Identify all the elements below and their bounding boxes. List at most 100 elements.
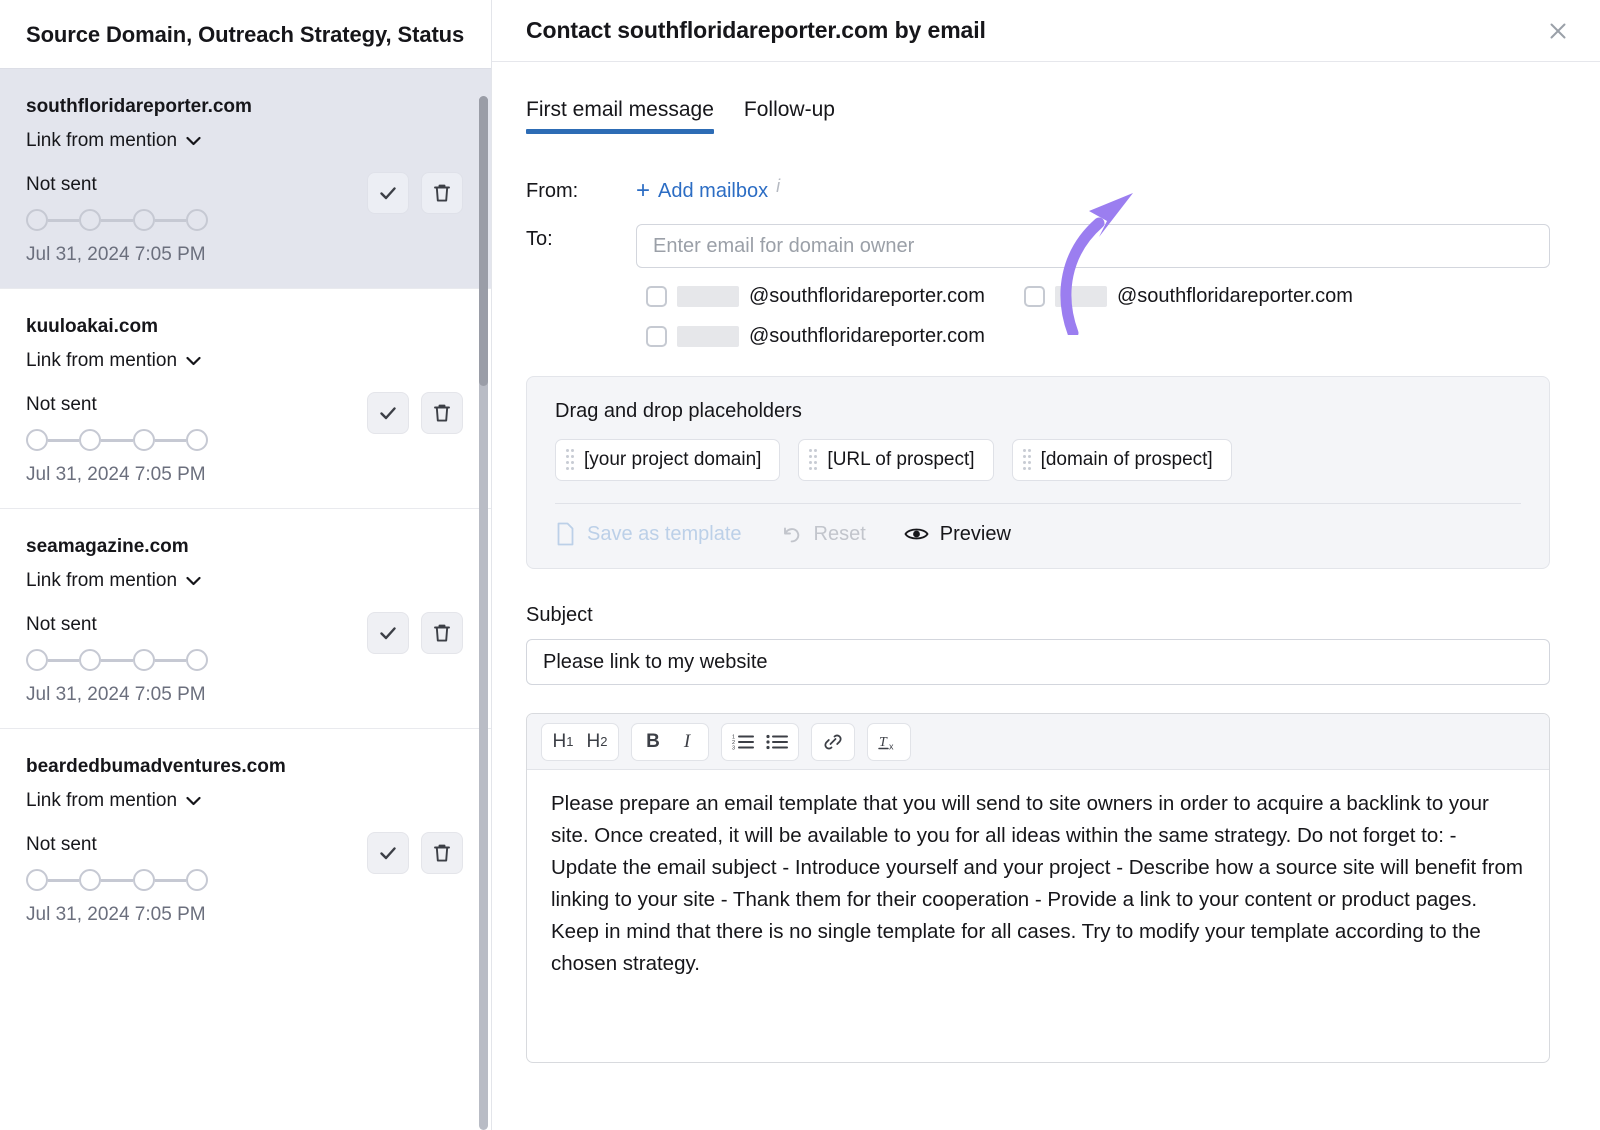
toolbar-group-lists: 1 2 3 bbox=[721, 723, 799, 761]
progress-connector bbox=[101, 439, 132, 442]
tab-follow-up[interactable]: Follow-up bbox=[744, 98, 835, 134]
undo-icon bbox=[780, 523, 803, 545]
progress-dot bbox=[79, 649, 101, 671]
chevron-down-icon bbox=[186, 576, 201, 586]
delete-button[interactable] bbox=[421, 172, 463, 214]
delete-button[interactable] bbox=[421, 612, 463, 654]
reset-label: Reset bbox=[814, 522, 866, 546]
message-body[interactable]: Please prepare an email template that yo… bbox=[527, 770, 1549, 998]
strategy-label: Link from mention bbox=[26, 570, 177, 592]
clear-format-icon: T x bbox=[877, 731, 901, 753]
placeholder-chip-domain-of-prospect[interactable]: [domain of prospect] bbox=[1012, 439, 1232, 481]
sidebar-scrollbar[interactable] bbox=[479, 96, 488, 1130]
progress-steps bbox=[26, 869, 208, 891]
prospects-list: southfloridareporter.com Link from menti… bbox=[0, 68, 491, 948]
mailbox-domain: @southfloridareporter.com bbox=[749, 284, 985, 308]
checkbox[interactable] bbox=[646, 326, 667, 347]
progress-connector bbox=[155, 219, 186, 222]
preview-button[interactable]: Preview bbox=[904, 522, 1011, 546]
message-tabs: First email message Follow-up bbox=[526, 98, 1550, 134]
plus-icon: + bbox=[636, 180, 650, 202]
chevron-down-icon bbox=[186, 796, 201, 806]
outreach-strategy-dropdown[interactable]: Link from mention bbox=[26, 350, 201, 372]
placeholders-title: Drag and drop placeholders bbox=[555, 399, 1521, 423]
subject-label: Subject bbox=[526, 603, 1550, 627]
progress-dot bbox=[133, 209, 155, 231]
trash-icon bbox=[432, 622, 452, 644]
bullet-list-icon bbox=[766, 733, 788, 751]
contact-modal: Contact southfloridareporter.com by emai… bbox=[492, 0, 1600, 1130]
list-item[interactable]: southfloridareporter.com Link from menti… bbox=[0, 68, 491, 288]
modal-header: Contact southfloridareporter.com by emai… bbox=[492, 0, 1600, 62]
progress-dot bbox=[26, 429, 48, 451]
clear-formatting-button[interactable]: T x bbox=[872, 725, 906, 759]
list-item[interactable]: kuuloakai.com Link from mention Not sent bbox=[0, 288, 491, 508]
progress-connector bbox=[155, 879, 186, 882]
document-icon bbox=[555, 522, 576, 546]
progress-dot bbox=[186, 649, 208, 671]
link-icon bbox=[822, 732, 844, 752]
progress-connector bbox=[101, 659, 132, 662]
preview-label: Preview bbox=[940, 522, 1011, 546]
strategy-label: Link from mention bbox=[26, 790, 177, 812]
bold-button[interactable]: B bbox=[636, 725, 670, 759]
list-item[interactable]: seamagazine.com Link from mention Not se… bbox=[0, 508, 491, 728]
check-icon bbox=[377, 182, 399, 204]
mailbox-option[interactable]: @southfloridareporter.com bbox=[636, 324, 1014, 348]
recipient-email-input[interactable] bbox=[636, 224, 1550, 268]
add-mailbox-button[interactable]: + Add mailbox bbox=[636, 176, 768, 206]
placeholder-chips: [your project domain] [URL of prospect] … bbox=[555, 439, 1521, 481]
ordered-list-icon: 1 2 3 bbox=[732, 733, 754, 751]
outreach-strategy-dropdown[interactable]: Link from mention bbox=[26, 790, 201, 812]
outreach-strategy-dropdown[interactable]: Link from mention bbox=[26, 570, 201, 592]
redacted-mailbox-name bbox=[677, 326, 739, 347]
scrollbar-thumb[interactable] bbox=[479, 96, 488, 386]
add-mailbox-label: Add mailbox bbox=[658, 176, 768, 206]
approve-button[interactable] bbox=[367, 612, 409, 654]
heading1-button[interactable]: H1 bbox=[546, 725, 580, 759]
progress-dot bbox=[133, 869, 155, 891]
checkbox[interactable] bbox=[646, 286, 667, 307]
eye-icon bbox=[904, 525, 929, 543]
ordered-list-button[interactable]: 1 2 3 bbox=[726, 725, 760, 759]
approve-button[interactable] bbox=[367, 832, 409, 874]
from-label: From: bbox=[526, 176, 636, 206]
progress-dot bbox=[26, 649, 48, 671]
outreach-strategy-dropdown[interactable]: Link from mention bbox=[26, 130, 201, 152]
subject-input[interactable] bbox=[526, 639, 1550, 685]
progress-dot bbox=[186, 209, 208, 231]
bullet-list-button[interactable] bbox=[760, 725, 794, 759]
link-button[interactable] bbox=[816, 725, 850, 759]
redacted-mailbox-name bbox=[677, 286, 739, 307]
mailbox-domain: @southfloridareporter.com bbox=[749, 324, 985, 348]
mailbox-option[interactable]: @southfloridareporter.com bbox=[1014, 284, 1414, 308]
toolbar-group-link bbox=[811, 723, 855, 761]
checkbox[interactable] bbox=[1024, 286, 1045, 307]
save-as-template-button[interactable]: Save as template bbox=[555, 522, 742, 546]
progress-connector bbox=[155, 659, 186, 662]
from-row: From: + Add mailbox i bbox=[526, 176, 1550, 206]
approve-button[interactable] bbox=[367, 392, 409, 434]
tab-first-email-message[interactable]: First email message bbox=[526, 98, 714, 134]
chip-label: [domain of prospect] bbox=[1041, 449, 1213, 471]
mailbox-option[interactable]: @southfloridareporter.com bbox=[636, 284, 1014, 308]
timestamp: Jul 31, 2024 7:05 PM bbox=[26, 904, 465, 926]
approve-button[interactable] bbox=[367, 172, 409, 214]
to-row: To: @southfloridareporter.com @southflor… bbox=[526, 224, 1550, 348]
list-item[interactable]: beardedbumadventures.com Link from menti… bbox=[0, 728, 491, 948]
placeholders-card: Drag and drop placeholders [your project… bbox=[526, 376, 1550, 569]
check-icon bbox=[377, 842, 399, 864]
progress-connector bbox=[48, 439, 79, 442]
reset-button[interactable]: Reset bbox=[780, 522, 866, 546]
prospect-domain: kuuloakai.com bbox=[26, 315, 465, 339]
placeholder-chip-url-of-prospect[interactable]: [URL of prospect] bbox=[798, 439, 993, 481]
mailbox-options: @southfloridareporter.com @southfloridar… bbox=[636, 284, 1550, 348]
delete-button[interactable] bbox=[421, 392, 463, 434]
info-icon[interactable]: i bbox=[776, 176, 780, 197]
italic-button[interactable]: I bbox=[670, 725, 704, 759]
close-button[interactable] bbox=[1542, 15, 1574, 47]
placeholder-chip-project-domain[interactable]: [your project domain] bbox=[555, 439, 780, 481]
chevron-down-icon bbox=[186, 356, 201, 366]
heading2-button[interactable]: H2 bbox=[580, 725, 614, 759]
delete-button[interactable] bbox=[421, 832, 463, 874]
